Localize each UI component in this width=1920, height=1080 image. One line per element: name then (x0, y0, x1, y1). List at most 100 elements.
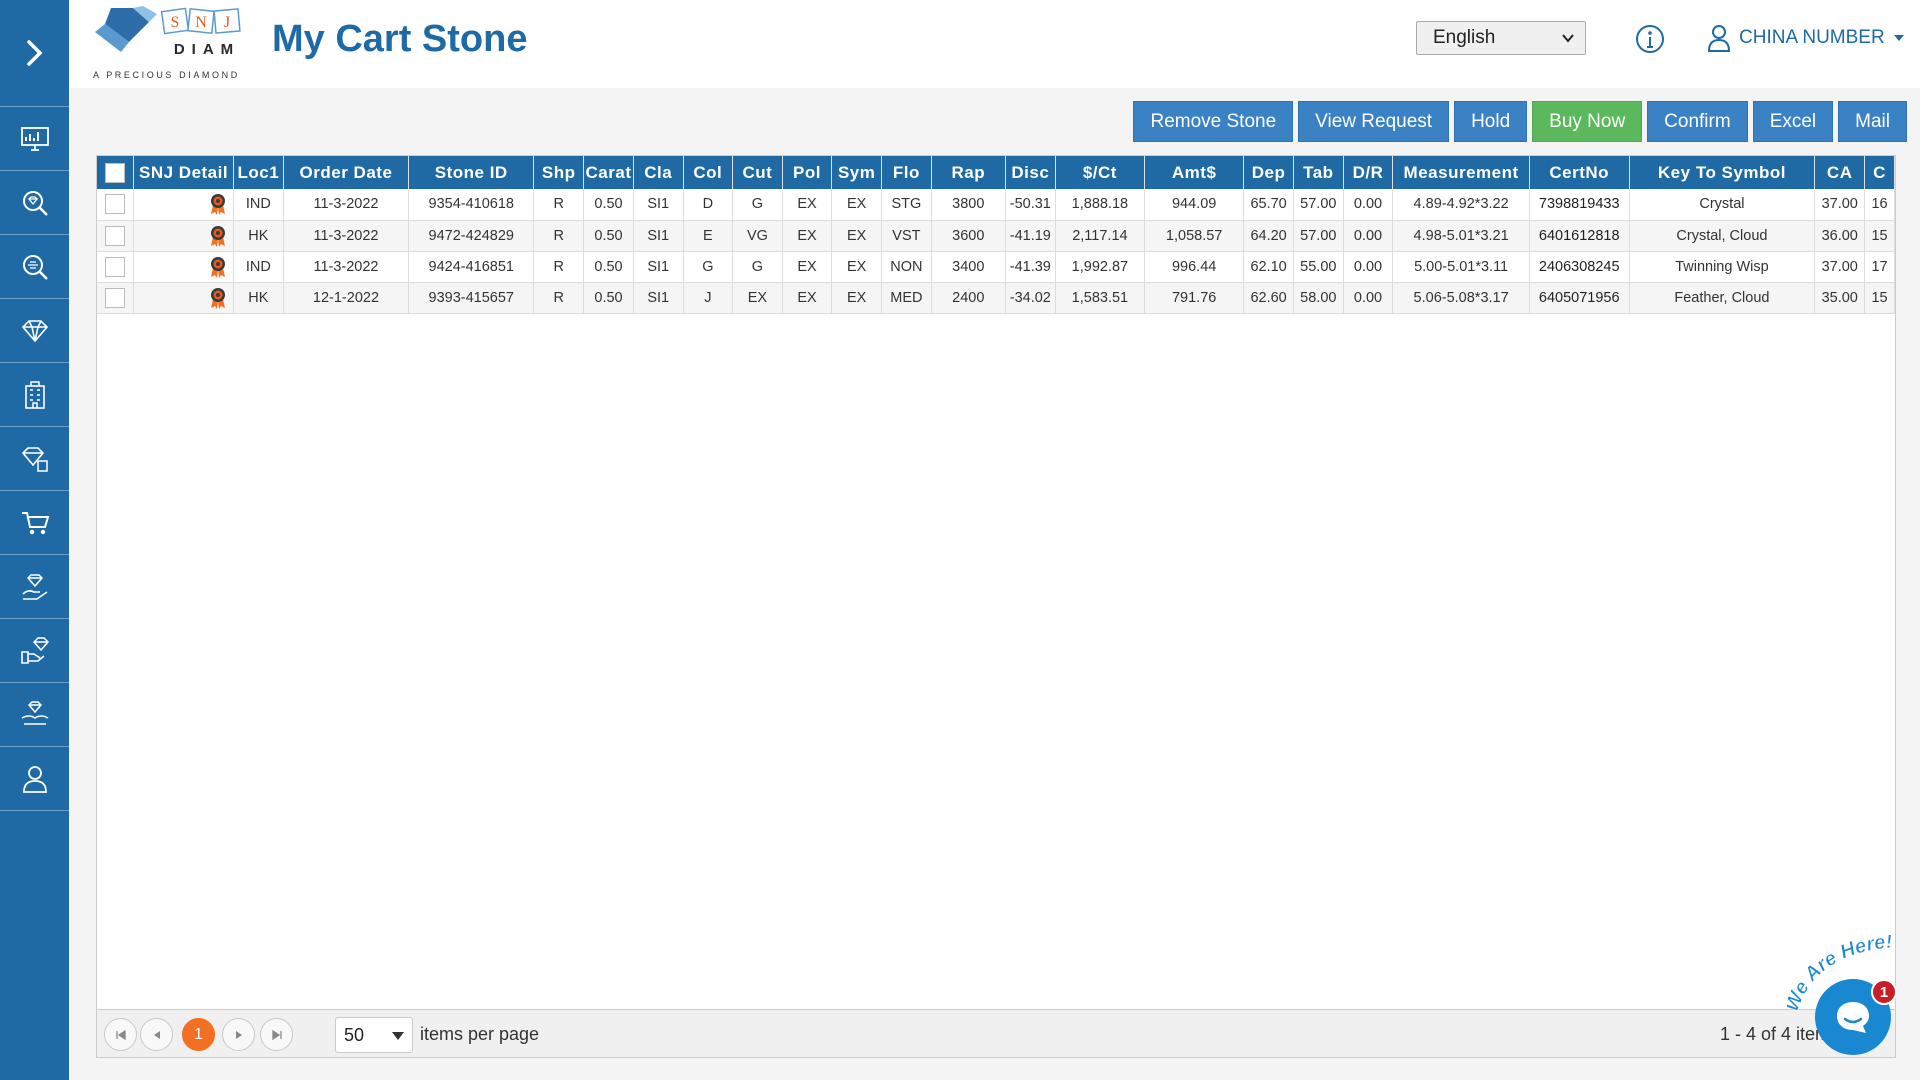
column-header[interactable]: Amt$ (1144, 156, 1245, 189)
column-header[interactable]: Shp (533, 156, 585, 189)
column-header[interactable]: $/Ct (1055, 156, 1146, 189)
table-row[interactable]: HK 12-1-2022 9393-415657 R 0.50 SI1 J EX EX EX MED… (97, 282, 1895, 314)
page-size-select[interactable]: 50 (335, 1017, 413, 1053)
monitor-chart-icon (20, 126, 49, 151)
excel-button[interactable]: Excel (1752, 101, 1834, 142)
sidebar-item-dashboard[interactable] (0, 107, 69, 171)
action-toolbar: Remove Stone View Request Hold Buy Now C… (1133, 101, 1907, 142)
diamond-search-icon (22, 190, 48, 216)
table-row[interactable]: IND 11-3-2022 9424-416851 R 0.50 SI1 G G EX EX NON… (97, 251, 1895, 283)
sidebar-toggle-button[interactable] (0, 0, 69, 107)
cell-rap: 2400 (931, 282, 1006, 314)
remove-stone-button[interactable]: Remove Stone (1133, 101, 1294, 142)
sidebar-item-receive[interactable] (0, 683, 69, 747)
row-checkbox[interactable] (105, 194, 126, 215)
cell-dep: 64.20 (1243, 220, 1294, 252)
view-request-button[interactable]: View Request (1298, 101, 1450, 142)
diamond-hand-receive-icon (21, 700, 48, 725)
cart-icon (21, 511, 49, 534)
mail-button[interactable]: Mail (1838, 101, 1907, 142)
certificate-badge-icon[interactable] (209, 256, 227, 278)
certificate-badge-icon[interactable] (209, 287, 227, 309)
column-header[interactable]: Disc (1005, 156, 1056, 189)
column-header[interactable]: Flo (881, 156, 932, 189)
cell-tab: 55.00 (1293, 251, 1344, 283)
cell-amt: 791.76 (1144, 282, 1245, 314)
language-select[interactable]: English (1416, 21, 1586, 55)
cell-dr: 0.00 (1343, 220, 1394, 252)
info-icon[interactable] (1635, 24, 1665, 59)
column-header[interactable]: CA (1814, 156, 1866, 189)
sidebar-item-office[interactable] (0, 363, 69, 427)
cell-shp: R (533, 220, 585, 252)
sidebar-item-search[interactable] (0, 171, 69, 235)
certificate-badge-icon[interactable] (209, 193, 227, 216)
sidebar-item-diamonds[interactable] (0, 299, 69, 363)
items-per-page-label: items per page (420, 1024, 540, 1044)
cell-rap: 3400 (931, 251, 1006, 283)
next-page-button[interactable] (222, 1018, 255, 1051)
cell-sym: EX (831, 282, 883, 314)
table-body: IND 11-3-2022 9354-410618 R 0.50 SI1 D G EX EX STG… (97, 189, 1895, 314)
hold-button[interactable]: Hold (1454, 101, 1528, 142)
column-header[interactable]: C (1864, 156, 1895, 189)
cell-flo: MED (881, 282, 932, 314)
first-page-button[interactable] (104, 1018, 137, 1051)
table-row[interactable]: IND 11-3-2022 9354-410618 R 0.50 SI1 D G EX EX STG… (97, 189, 1895, 221)
chat-unread-badge: 1 (1871, 979, 1897, 1005)
column-header[interactable]: Sym (831, 156, 883, 189)
cell-stone-id: 9354-410618 (408, 189, 535, 221)
chat-widget: We Are Here! 1 (1777, 935, 1917, 1055)
last-page-button[interactable] (260, 1018, 293, 1051)
column-header[interactable]: Rap (931, 156, 1006, 189)
row-select-cell (97, 220, 135, 252)
row-select-cell (97, 282, 135, 314)
column-header[interactable]: Measurement (1392, 156, 1530, 189)
prev-page-button[interactable] (140, 1018, 173, 1051)
column-header[interactable]: Pol (782, 156, 833, 189)
user-menu[interactable]: CHINA NUMBER (1707, 24, 1905, 52)
sidebar-item-cart[interactable] (0, 491, 69, 555)
cell-c: 15 (1864, 282, 1895, 314)
cell-amt: 996.44 (1144, 251, 1245, 283)
row-checkbox[interactable] (105, 225, 126, 246)
cell-sym: EX (831, 251, 883, 283)
column-header[interactable]: Carat (583, 156, 634, 189)
cell-cla: SI1 (633, 282, 684, 314)
column-header[interactable]: Col (683, 156, 734, 189)
select-all-checkbox[interactable] (105, 162, 126, 183)
column-header[interactable]: CertNo (1529, 156, 1630, 189)
sidebar-item-sell[interactable] (0, 619, 69, 683)
column-header[interactable]: D/R (1343, 156, 1394, 189)
column-header[interactable]: Cla (633, 156, 684, 189)
buy-now-button[interactable]: Buy Now (1532, 101, 1643, 142)
column-header[interactable]: Stone ID (408, 156, 535, 189)
sidebar-item-support[interactable] (0, 747, 69, 811)
column-header[interactable]: Loc1 (233, 156, 284, 189)
row-checkbox[interactable] (105, 287, 126, 308)
page-button-current[interactable]: 1 (182, 1018, 215, 1051)
row-checkbox[interactable] (105, 256, 126, 277)
cell-cut: EX (732, 282, 783, 314)
column-header[interactable]: Order Date (283, 156, 410, 189)
column-header[interactable]: Tab (1293, 156, 1344, 189)
table-row[interactable]: HK 11-3-2022 9472-424829 R 0.50 SI1 E VG EX EX VST… (97, 220, 1895, 252)
cell-measurement: 5.06-5.08*3.17 (1392, 282, 1530, 314)
sidebar-item-pricing[interactable] (0, 427, 69, 491)
column-header[interactable]: Key To Symbol (1629, 156, 1816, 189)
brand-logo[interactable]: S N J DIAM A PRECIOUS DIAMOND (91, 4, 261, 84)
cell-carat: 0.50 (583, 251, 634, 283)
column-header[interactable]: SNJ Detail (133, 156, 234, 189)
column-header[interactable]: Cut (732, 156, 783, 189)
certificate-badge-icon[interactable] (209, 225, 227, 247)
cell-cut: G (732, 189, 783, 221)
cell-per-ct: 1,992.87 (1055, 251, 1146, 283)
cell-c: 16 (1864, 189, 1895, 221)
column-header[interactable]: Dep (1243, 156, 1294, 189)
sidebar-item-offers[interactable] (0, 555, 69, 619)
diamond-search-alt-icon (22, 254, 48, 280)
confirm-button[interactable]: Confirm (1647, 101, 1748, 142)
svg-text:J: J (224, 14, 230, 31)
sidebar-item-advanced-search[interactable] (0, 235, 69, 299)
diamond-hand-icon (21, 573, 47, 600)
